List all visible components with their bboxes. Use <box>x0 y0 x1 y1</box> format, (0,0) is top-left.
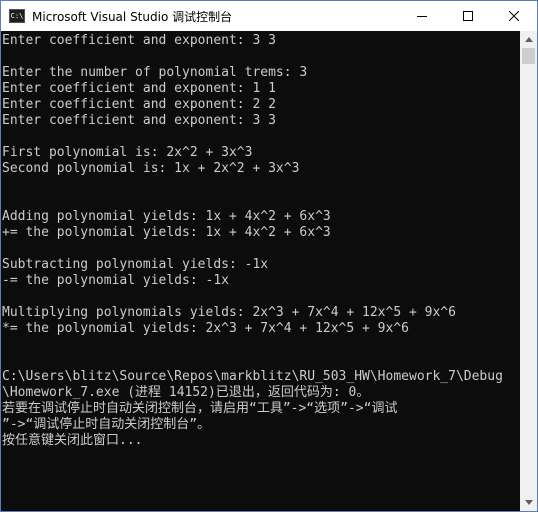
console-line: Enter coefficient and exponent: 3 3 <box>2 113 276 128</box>
console-line: \Homework_7.exe (进程 14152)已退出，返回代码为: 0。 <box>2 385 370 400</box>
minimize-button[interactable] <box>399 1 445 31</box>
close-button[interactable] <box>491 1 537 31</box>
console-line: += the polynomial yields: 1x + 4x^2 + 6x… <box>2 225 331 240</box>
console-line: Enter coefficient and exponent: 3 3 <box>2 33 276 48</box>
console-app-icon[interactable]: C:\ <box>9 9 25 23</box>
window-title: Microsoft Visual Studio 调试控制台 <box>32 9 233 24</box>
scroll-up-arrow-icon <box>524 37 533 42</box>
console-line: Multiplying polynomials yields: 2x^3 + 7… <box>2 305 456 320</box>
console-line: ”->“调试停止时自动关闭控制台”。 <box>2 417 211 432</box>
maximize-button[interactable] <box>445 1 491 31</box>
console-line: Adding polynomial yields: 1x + 4x^2 + 6x… <box>2 209 331 224</box>
console-line: *= the polynomial yields: 2x^3 + 7x^4 + … <box>2 321 409 336</box>
console-line: -= the polynomial yields: -1x <box>2 273 229 288</box>
console-line: 若要在调试停止时自动关闭控制台，请启用“工具”->“选项”->“调试 <box>2 401 398 416</box>
console-line: Second polynomial is: 1x + 2x^2 + 3x^3 <box>2 161 300 176</box>
minimize-icon <box>417 16 427 17</box>
title-bar[interactable]: C:\ Microsoft Visual Studio 调试控制台 <box>1 1 537 31</box>
maximize-icon <box>463 11 473 21</box>
console-line: Subtracting polynomial yields: -1x <box>2 257 269 272</box>
window-controls <box>399 1 537 31</box>
close-icon <box>509 11 519 21</box>
console-line: 按任意键关闭此窗口... <box>2 433 143 448</box>
scroll-thumb[interactable] <box>522 48 535 64</box>
scroll-down-button[interactable] <box>520 494 537 511</box>
scroll-down-arrow-icon <box>524 500 533 505</box>
console-line: Enter coefficient and exponent: 2 2 <box>2 97 276 112</box>
console-line: Enter the number of polynomial trems: 3 <box>2 65 308 80</box>
console-window: C:\ Microsoft Visual Studio 调试控制台 Enter <box>0 0 538 512</box>
scroll-up-button[interactable] <box>520 31 537 48</box>
console-output[interactable]: Enter coefficient and exponent: 3 3 Enter… <box>1 31 520 511</box>
console-line: First polynomial is: 2x^2 + 3x^3 <box>2 145 253 160</box>
console-line: Enter coefficient and exponent: 1 1 <box>2 81 276 96</box>
vertical-scrollbar[interactable] <box>520 31 537 511</box>
console-line: C:\Users\blitz\Source\Repos\markblitz\RU… <box>2 369 503 384</box>
